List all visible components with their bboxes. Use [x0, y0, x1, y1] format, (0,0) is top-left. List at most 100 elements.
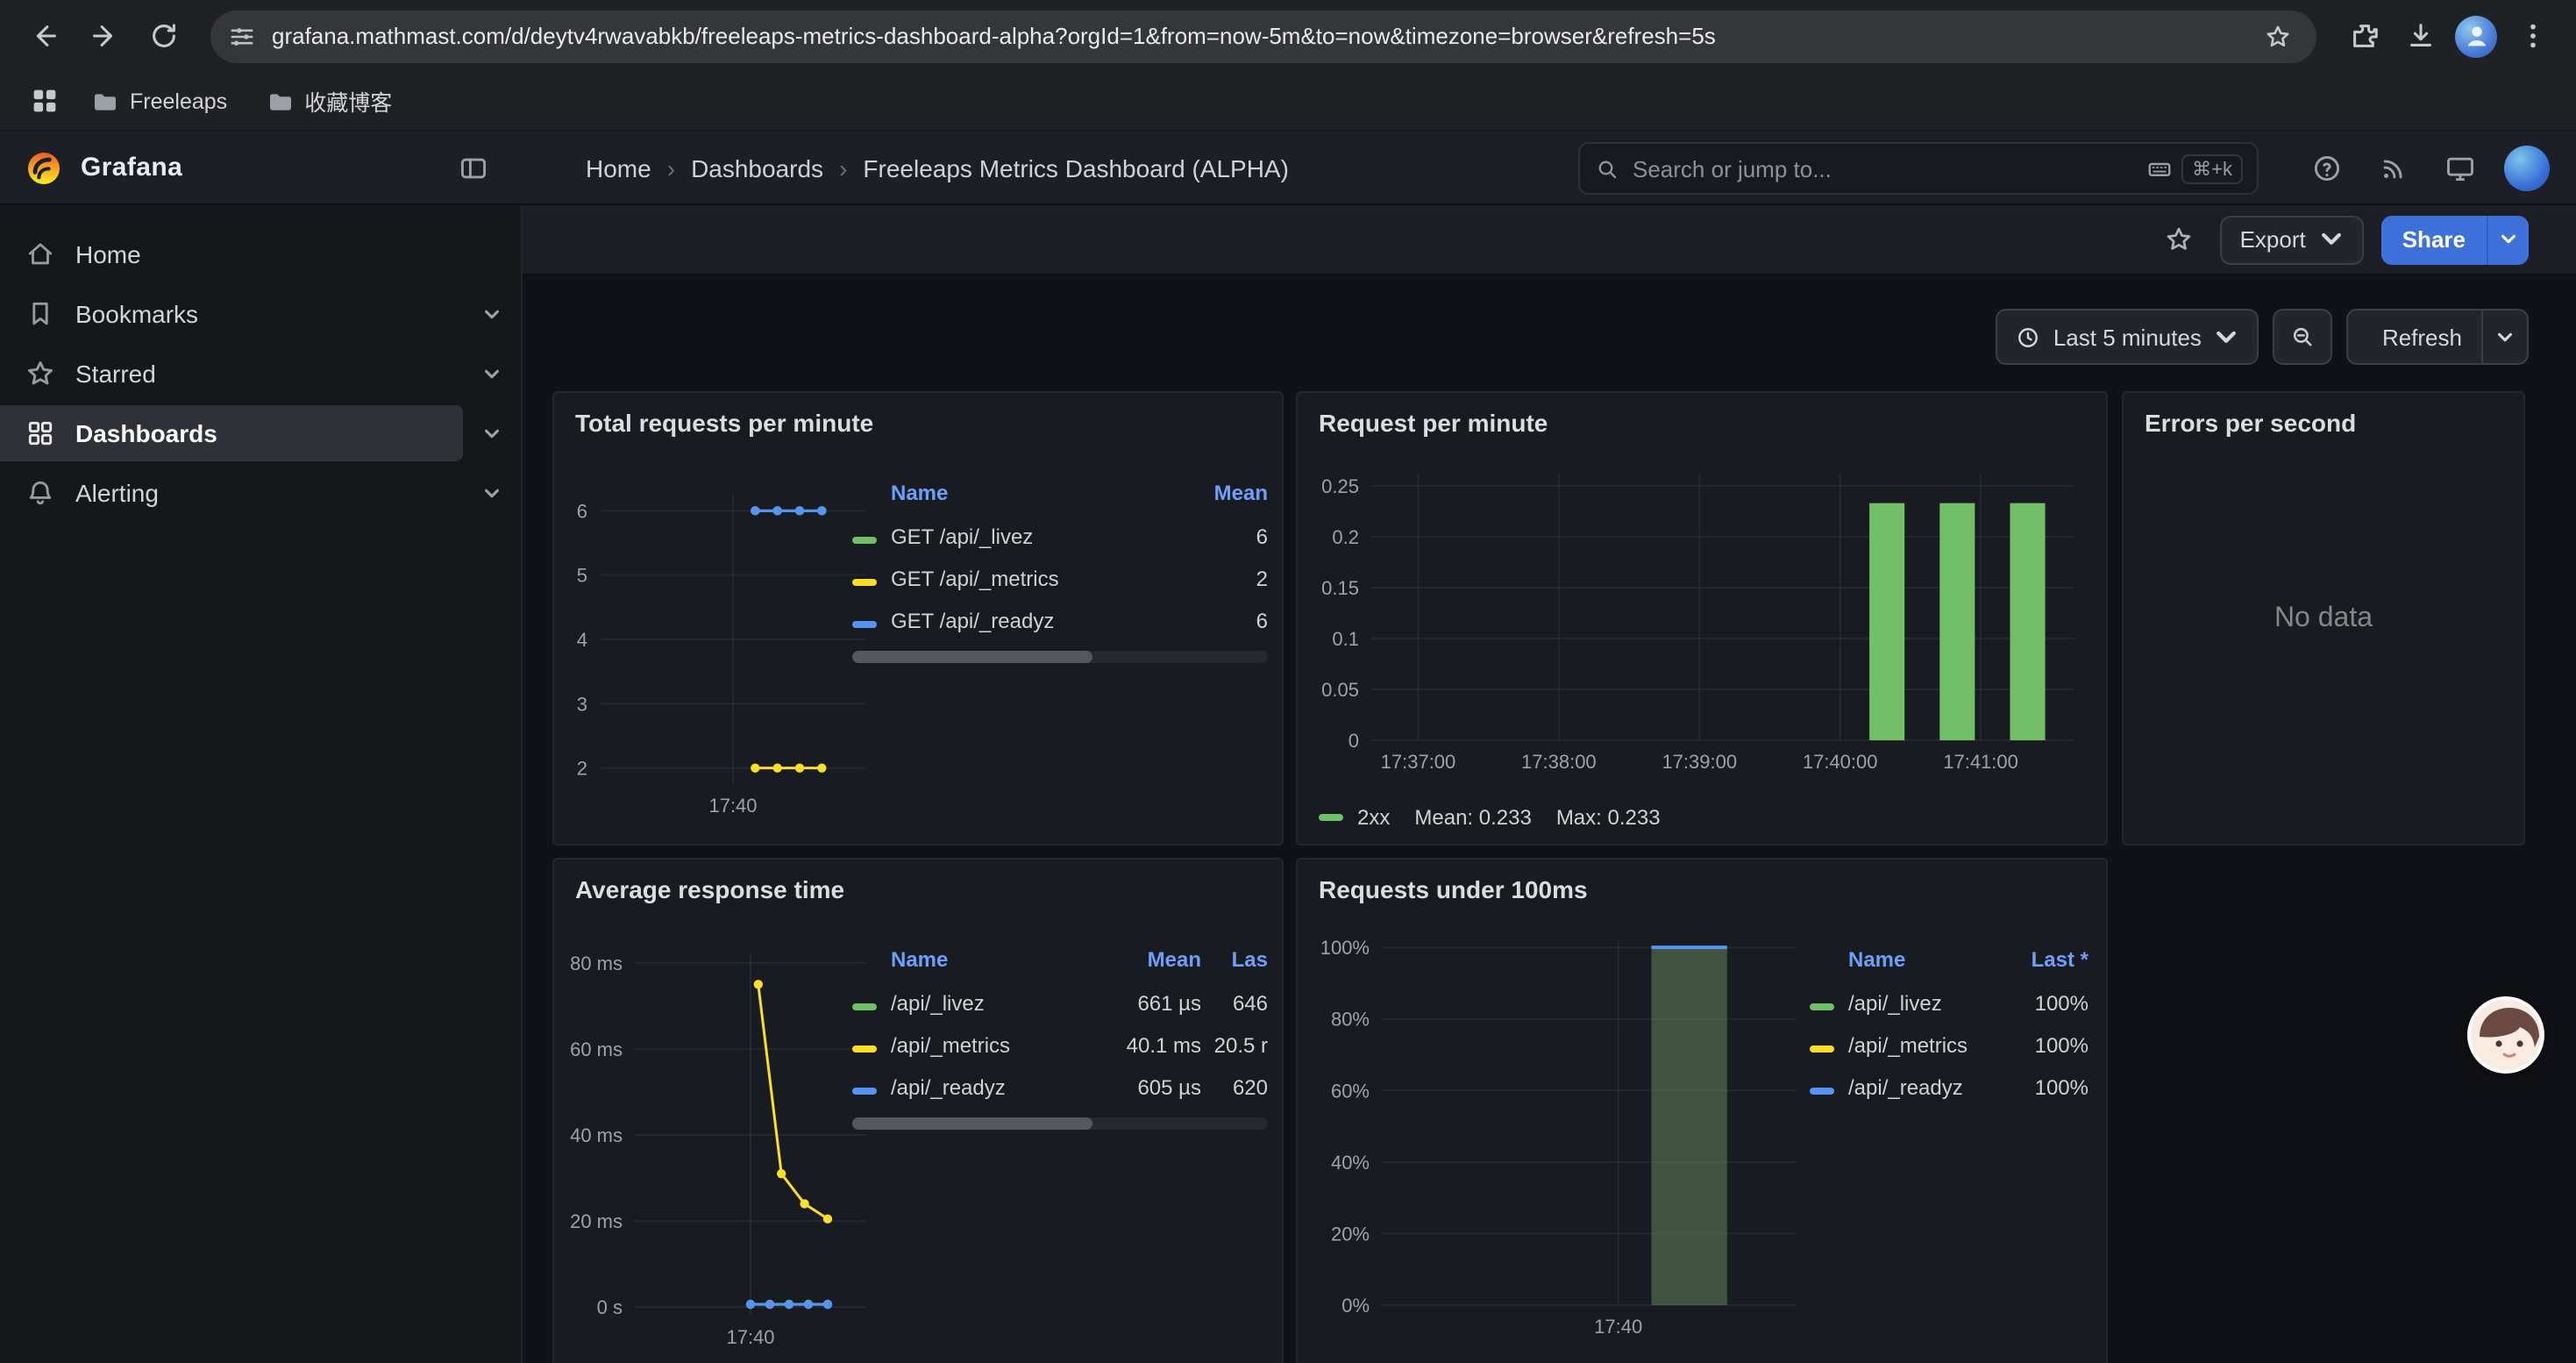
chevron-down-icon — [2495, 327, 2515, 346]
browser-actions — [2338, 10, 2558, 62]
series-name: GET /api/_readyz — [891, 609, 1177, 633]
svg-text:17:40: 17:40 — [708, 795, 757, 817]
news-button[interactable] — [2366, 140, 2422, 196]
series-name: GET /api/_metrics — [891, 567, 1177, 591]
browser-menu-button[interactable] — [2506, 10, 2558, 62]
svg-text:0 s: 0 s — [597, 1296, 623, 1318]
legend-header-name[interactable]: Name — [891, 481, 1177, 505]
sidebar-item-bookmarks: Bookmarks — [0, 286, 521, 342]
legend-scrollbar[interactable] — [852, 651, 1268, 663]
expand-dashboards-button[interactable] — [463, 405, 521, 461]
legend-scrollbar[interactable] — [852, 1117, 1268, 1130]
panel-title[interactable]: Errors per second — [2124, 393, 2523, 449]
total-requests-chart[interactable]: 6543217:40 — [568, 470, 877, 830]
expand-bookmarks-button[interactable] — [463, 286, 521, 342]
sidebar-item-alerting: Alerting — [0, 465, 521, 521]
chevron-down-icon — [482, 424, 502, 443]
home-icon — [25, 239, 56, 270]
kiosk-button[interactable] — [2432, 140, 2488, 196]
back-button[interactable] — [18, 10, 70, 62]
zoom-out-button[interactable] — [2274, 309, 2333, 365]
user-avatar-button[interactable] — [2499, 140, 2555, 196]
legend-row[interactable]: /api/_readyz 100% — [1810, 1067, 2089, 1109]
extensions-button[interactable] — [2338, 10, 2390, 62]
series-name[interactable]: 2xx — [1357, 805, 1390, 830]
bookmark-folder-freeleaps[interactable]: Freeleaps — [77, 80, 241, 122]
sidebar-item-dashboards: Dashboards — [0, 405, 521, 461]
legend-header-name[interactable]: Name — [1848, 947, 2001, 972]
dock-menu-button[interactable] — [449, 143, 498, 192]
legend-row[interactable]: /api/_livez 100% — [1810, 982, 2089, 1024]
forward-button[interactable] — [77, 10, 130, 62]
scrollbar-thumb[interactable] — [852, 651, 1093, 663]
assistant-avatar[interactable] — [2467, 996, 2544, 1074]
expand-alerting-button[interactable] — [463, 465, 521, 521]
series-swatch — [852, 1003, 877, 1010]
under-100ms-chart[interactable]: 100%80%60%40%20%0%17:40 — [1312, 923, 1810, 1354]
avg-response-chart[interactable]: 80 ms60 ms40 ms20 ms0 s17:40 — [568, 937, 877, 1363]
url-input[interactable]: grafana.mathmast.com/d/deytv4rwavabkb/fr… — [272, 23, 2257, 49]
svg-text:5: 5 — [577, 565, 587, 587]
panel-title[interactable]: Average response time — [554, 860, 1282, 916]
legend-header-name[interactable]: Name — [891, 947, 1092, 972]
rpm-chart[interactable]: 0.250.20.150.10.05017:37:0017:38:0017:39… — [1312, 456, 2096, 793]
legend-header-mean[interactable]: Mean — [1092, 947, 1201, 972]
export-button[interactable]: Export — [2221, 215, 2364, 264]
breadcrumb-home[interactable]: Home — [586, 153, 651, 182]
sidebar-link-home[interactable]: Home — [0, 226, 521, 282]
svg-text:17:40: 17:40 — [726, 1326, 774, 1348]
url-bar[interactable]: grafana.mathmast.com/d/deytv4rwavabkb/fr… — [210, 10, 2316, 62]
series-mean: 6 — [1177, 609, 1268, 633]
back-arrow-icon — [27, 19, 60, 53]
search-input[interactable]: Search or jump to... ⌘+k — [1578, 142, 2259, 195]
refresh-button[interactable]: Refresh — [2349, 310, 2481, 363]
expand-starred-button[interactable] — [463, 346, 521, 402]
time-range-picker[interactable]: Last 5 minutes — [1996, 309, 2259, 365]
legend-row[interactable]: /api/_metrics 100% — [1810, 1024, 2089, 1067]
legend-header-last[interactable]: Las — [1201, 947, 1268, 972]
favorite-dashboard-button[interactable] — [2154, 215, 2203, 264]
legend-row[interactable]: /api/_readyz 605 µs 620 — [852, 1067, 1268, 1109]
bookmark-label: Freeleaps — [130, 89, 227, 113]
series-mean: 661 µs — [1092, 991, 1201, 1016]
svg-text:17:40:00: 17:40:00 — [1803, 751, 1878, 773]
sidebar-link-bookmarks[interactable]: Bookmarks — [0, 286, 463, 342]
bookmark-page-button[interactable] — [2257, 15, 2299, 57]
legend-table: Name Mean Las /api/_livez 661 µs 646 /ap… — [852, 937, 1268, 1130]
svg-text:0%: 0% — [1341, 1295, 1370, 1317]
legend-header-mean[interactable]: Mean — [1177, 481, 1268, 505]
legend-row[interactable]: GET /api/_metrics 2 — [852, 558, 1268, 600]
dock-panel-icon — [458, 152, 489, 183]
svg-text:0: 0 — [1348, 730, 1359, 752]
bookmark-folder-blogs[interactable]: 收藏博客 — [252, 77, 406, 125]
breadcrumb-dashboards[interactable]: Dashboards — [691, 153, 823, 182]
sidebar-link-starred[interactable]: Starred — [0, 346, 463, 402]
bell-icon — [25, 477, 56, 509]
svg-text:17:40: 17:40 — [1594, 1316, 1642, 1338]
rss-icon — [2378, 153, 2409, 184]
dashboard-actions-bar: Export Share — [523, 205, 2576, 275]
grafana-header: Grafana Home › Dashboards › Freeleaps Me… — [0, 132, 2576, 205]
panel-title[interactable]: Requests under 100ms — [1298, 860, 2106, 916]
legend-row[interactable]: GET /api/_readyz 6 — [852, 600, 1268, 642]
help-button[interactable] — [2299, 140, 2355, 196]
series-mean: 40.1 ms — [1092, 1033, 1201, 1058]
reload-button[interactable] — [137, 10, 189, 62]
refresh-interval-button[interactable] — [2481, 310, 2527, 363]
apps-button[interactable] — [21, 78, 67, 124]
svg-text:20 ms: 20 ms — [570, 1210, 623, 1232]
share-menu-button[interactable] — [2487, 215, 2529, 264]
sidebar-link-dashboards[interactable]: Dashboards — [0, 405, 463, 461]
legend-row[interactable]: GET /api/_livez 6 — [852, 516, 1268, 558]
downloads-button[interactable] — [2394, 10, 2446, 62]
legend-header-last[interactable]: Last * — [2001, 947, 2089, 972]
legend-row[interactable]: /api/_livez 661 µs 646 — [852, 982, 1268, 1024]
panel-title[interactable]: Request per minute — [1298, 393, 2106, 449]
panel-title[interactable]: Total requests per minute — [554, 393, 1282, 449]
scrollbar-thumb[interactable] — [852, 1117, 1093, 1130]
svg-text:17:37:00: 17:37:00 — [1381, 751, 1456, 773]
profile-button[interactable] — [2450, 10, 2502, 62]
legend-row[interactable]: /api/_metrics 40.1 ms 20.5 r — [852, 1024, 1268, 1067]
sidebar-link-alerting[interactable]: Alerting — [0, 465, 463, 521]
share-button[interactable]: Share — [2381, 215, 2487, 264]
